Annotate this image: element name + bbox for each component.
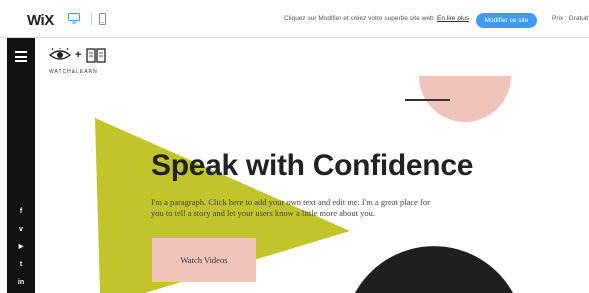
desktop-view-icon[interactable] (68, 13, 80, 24)
hamburger-menu-icon[interactable] (15, 51, 27, 62)
price-label: Prix : Gratuit (552, 15, 589, 22)
linkedin-icon[interactable]: in (7, 279, 35, 286)
twitter-icon[interactable]: t (7, 261, 35, 268)
eye-icon (49, 48, 71, 60)
hero-headline: Speak with Confidence (151, 149, 474, 182)
book-icon (86, 48, 106, 63)
view-separator (91, 13, 92, 25)
hero-paragraph: I'm a paragraph. Click here to add your … (151, 197, 430, 218)
read-more-link[interactable]: En lire plus (437, 15, 469, 22)
site-canvas: + WATCH&LEARN Speak with Confidence I'm … (35, 38, 589, 293)
youtube-icon[interactable]: ▶ (7, 243, 35, 250)
mobile-view-icon[interactable] (99, 13, 106, 25)
promo-text: Cliquez sur Modifier et créez votre supe… (284, 15, 434, 22)
vimeo-icon[interactable]: v (7, 226, 35, 233)
wix-top-bar: WiX Cliquez sur Modifier et créez votre … (0, 0, 589, 38)
site-sidebar: f v ▶ t in (7, 38, 35, 293)
watch-videos-button[interactable]: Watch Videos (152, 238, 256, 282)
brand-name: WATCH&LEARN (49, 69, 98, 75)
facebook-icon[interactable]: f (7, 208, 35, 215)
wix-logo[interactable]: WiX (27, 12, 54, 29)
edit-site-button[interactable]: Modifier ce site (476, 13, 537, 28)
dark-circle (355, 246, 513, 293)
plus-icon: + (75, 49, 82, 61)
